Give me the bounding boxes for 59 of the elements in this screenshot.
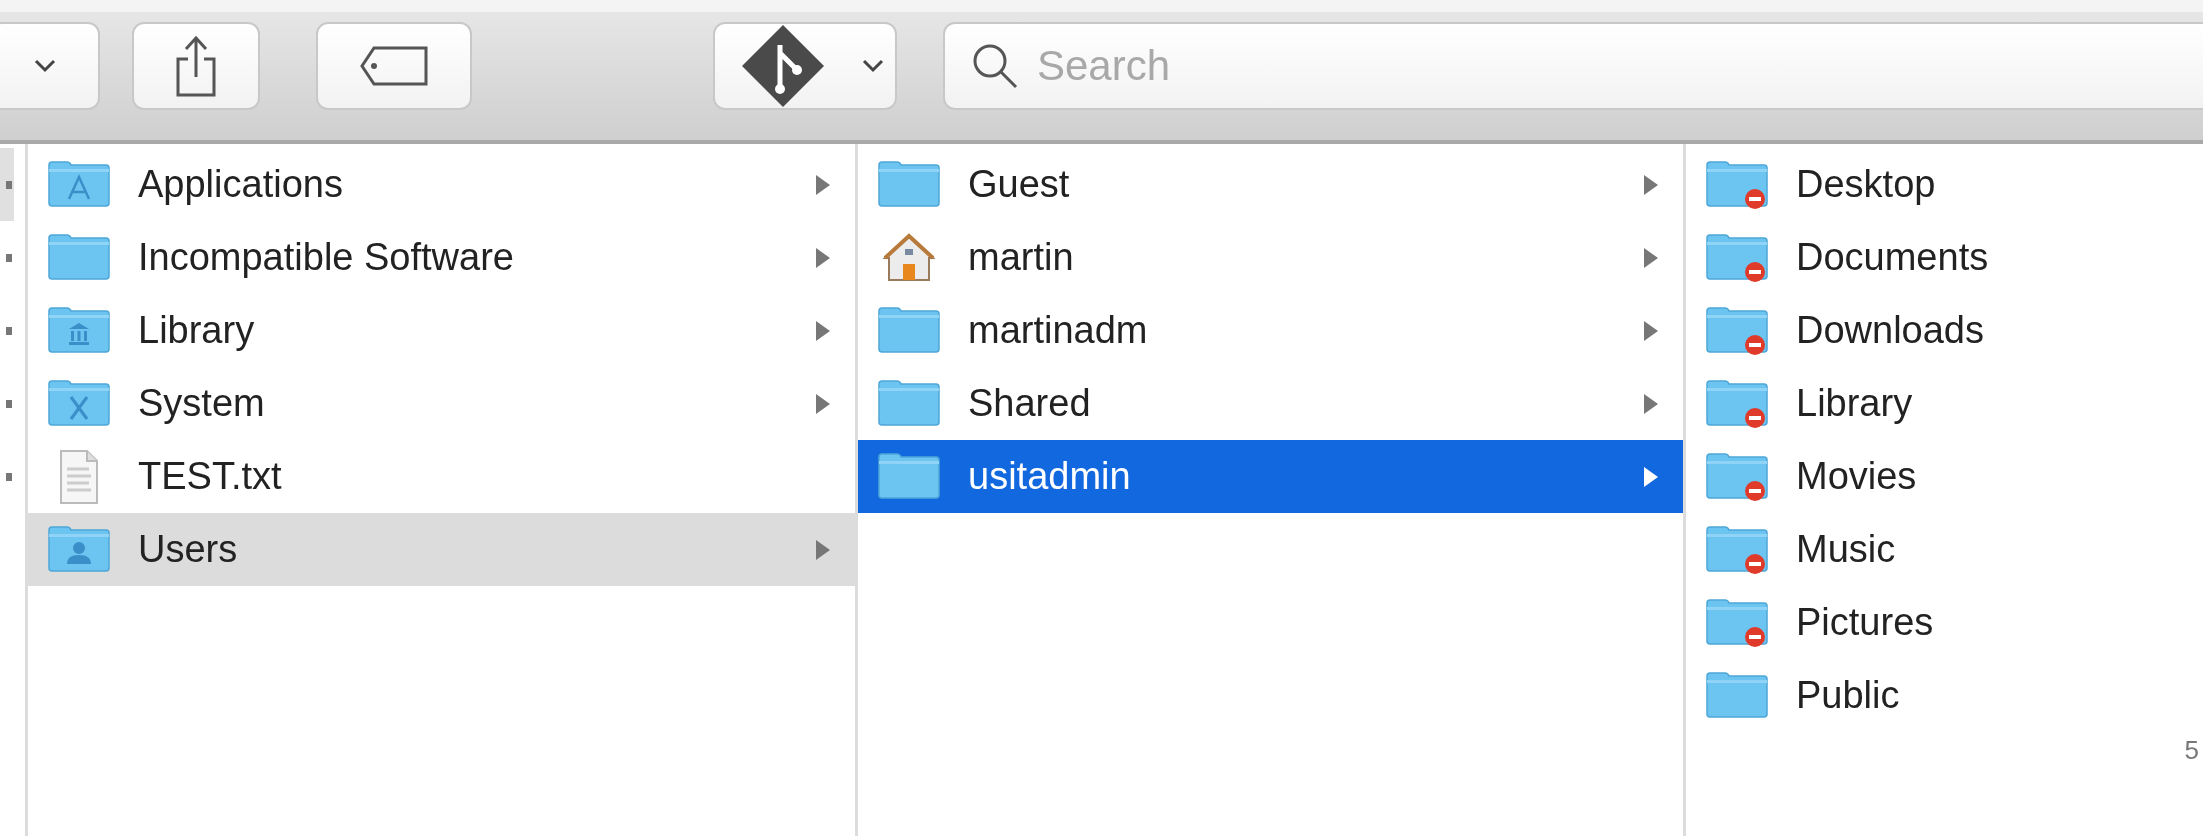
search-icon — [971, 42, 1019, 90]
file-name: martin — [968, 236, 1075, 279]
file-name: Public — [1796, 674, 1901, 717]
chevron-down-icon — [34, 59, 56, 73]
share-icon — [174, 35, 218, 97]
house-icon — [881, 231, 937, 284]
file-row[interactable]: Downloads — [1686, 294, 2203, 367]
file-row[interactable]: usitadmin — [858, 440, 1683, 513]
git-menu-button[interactable] — [713, 22, 897, 110]
file-row[interactable]: Pictures — [1686, 586, 2203, 659]
file-name: TEST.txt — [138, 455, 283, 498]
file-name: Desktop — [1796, 163, 1937, 206]
file-row[interactable]: System — [28, 367, 855, 440]
restricted-folder-icon — [1704, 231, 1770, 284]
file-row[interactable]: Applications — [28, 148, 855, 221]
restricted-folder-icon — [1704, 304, 1770, 357]
git-icon — [740, 23, 826, 109]
file-name: Library — [138, 309, 256, 352]
file-row[interactable]: martinadm — [858, 294, 1683, 367]
restricted-folder-icon — [1704, 377, 1770, 430]
file-row[interactable]: Shared — [858, 367, 1683, 440]
file-name: Guest — [968, 163, 1071, 206]
file-row[interactable]: Public — [1686, 659, 2203, 732]
file-row[interactable]: Incompatible Software — [28, 221, 855, 294]
restricted-folder-icon — [1704, 596, 1770, 649]
file-name: Pictures — [1796, 601, 1935, 644]
search-field[interactable]: Search — [943, 22, 2203, 110]
file-row[interactable]: Music — [1686, 513, 2203, 586]
file-name: Shared — [968, 382, 1092, 425]
file-name: martinadm — [968, 309, 1149, 352]
share-button[interactable] — [132, 22, 260, 110]
chevron-down-icon — [862, 59, 884, 73]
restricted-folder-icon — [1704, 450, 1770, 503]
file-name: Applications — [138, 163, 344, 206]
file-row[interactable]: TEST.txt — [28, 440, 855, 513]
file-row[interactable]: Guest — [858, 148, 1683, 221]
page-number: 5 — [2184, 735, 2199, 766]
file-name: Incompatible Software — [138, 236, 515, 279]
document-icon — [59, 448, 99, 505]
file-name: usitadmin — [968, 455, 1132, 498]
file-name: Users — [138, 528, 239, 571]
file-row[interactable]: Library — [1686, 367, 2203, 440]
restricted-folder-icon — [1704, 158, 1770, 211]
file-name: Library — [1796, 382, 1914, 425]
tag-button[interactable] — [316, 22, 472, 110]
file-name: System — [138, 382, 266, 425]
file-name: Downloads — [1796, 309, 1985, 352]
file-row[interactable]: Library — [28, 294, 855, 367]
tag-icon — [358, 44, 430, 88]
file-row[interactable]: Desktop — [1686, 148, 2203, 221]
restricted-folder-icon — [1704, 523, 1770, 576]
file-row[interactable]: Users — [28, 513, 855, 586]
file-row[interactable]: Documents — [1686, 221, 2203, 294]
file-row[interactable]: Movies — [1686, 440, 2203, 513]
file-name: Movies — [1796, 455, 1918, 498]
file-row[interactable]: martin — [858, 221, 1683, 294]
file-name: Documents — [1796, 236, 1990, 279]
file-name: Music — [1796, 528, 1897, 571]
search-input[interactable]: Search — [1035, 41, 1639, 91]
